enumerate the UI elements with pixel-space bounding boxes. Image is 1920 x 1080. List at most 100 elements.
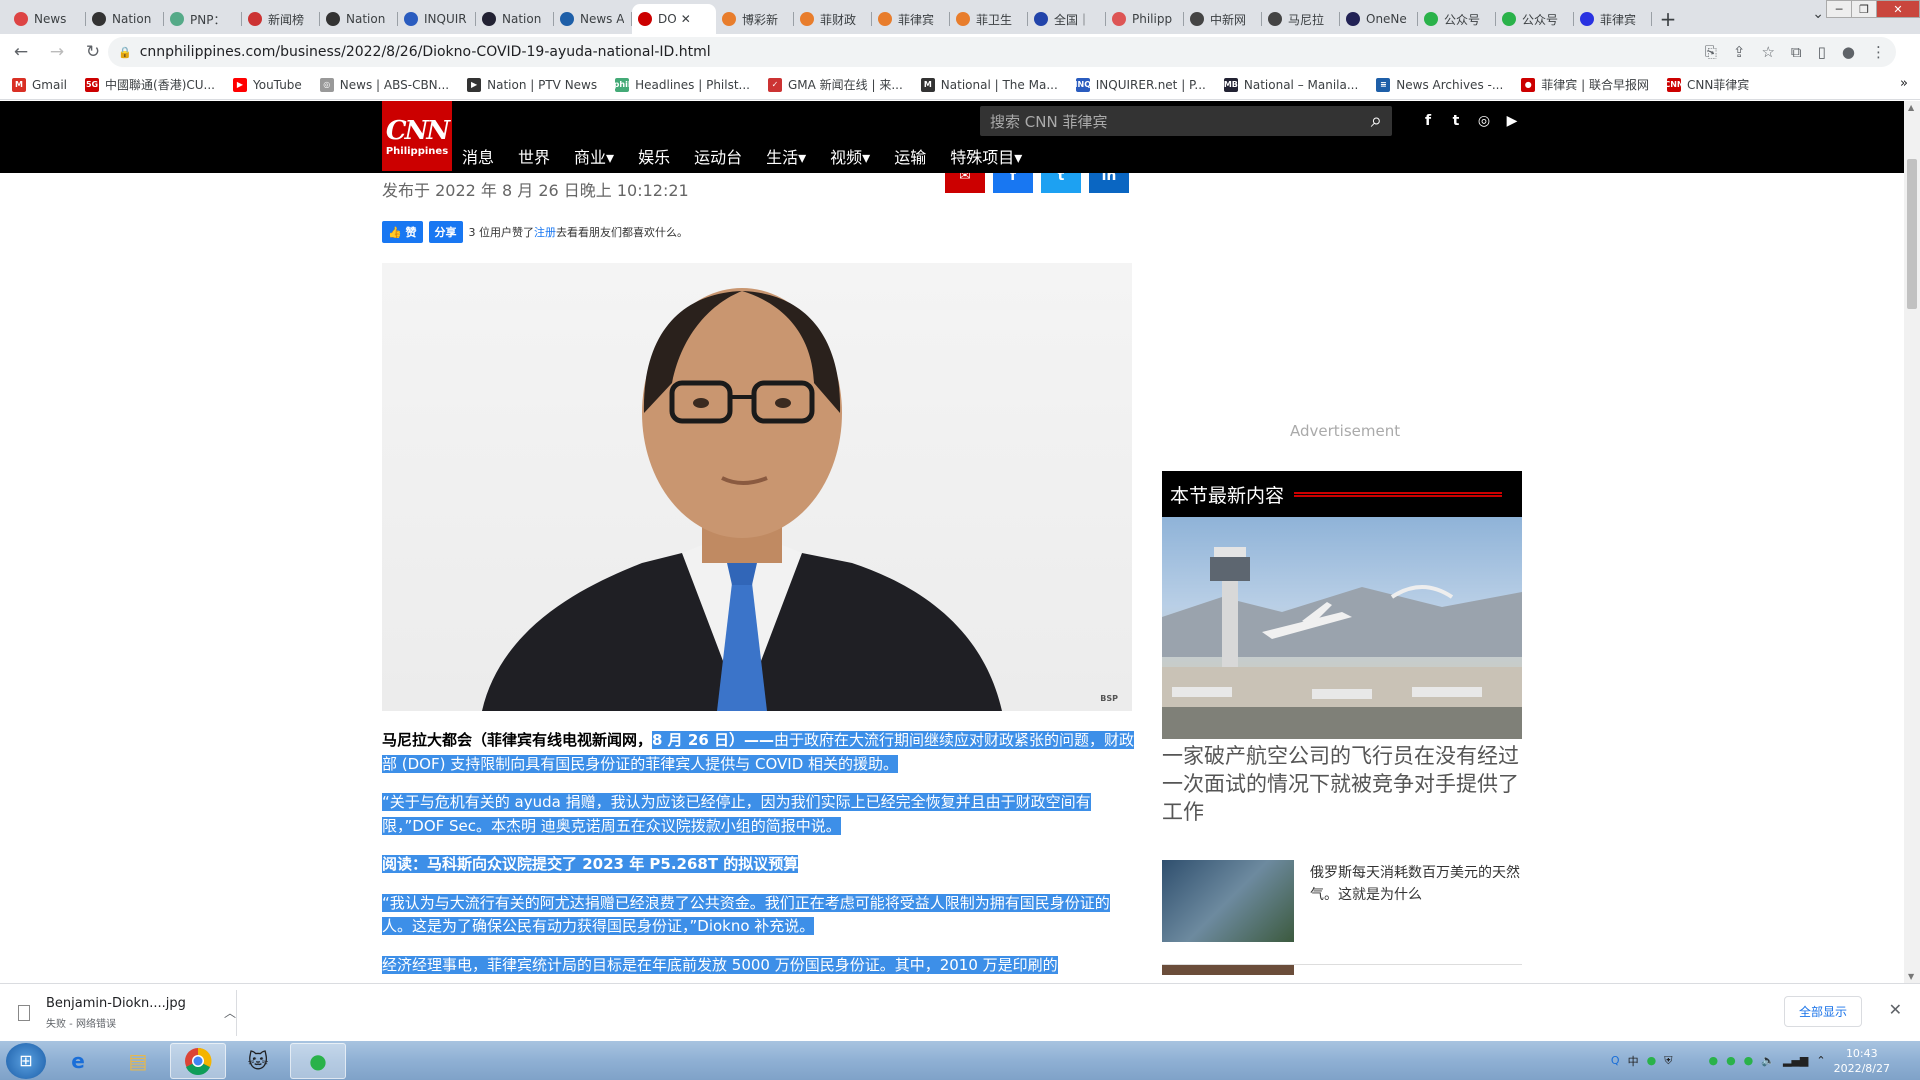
lead-story-image[interactable] <box>1162 517 1522 739</box>
read-also-link[interactable]: 阅读：马科斯向众议院提交了 2023 年 P5.268T 的拟议预算 <box>382 855 799 873</box>
chevron-up-icon[interactable]: ︿ <box>224 1004 236 1021</box>
bookmark-item[interactable]: ≡ News Archives -... <box>1376 77 1503 92</box>
bookmark-item[interactable]: ◎ News | ABS-CBN... <box>319 77 449 92</box>
browser-tab[interactable]: 公众号 <box>1496 4 1574 34</box>
nav-item[interactable]: 生活▾ <box>766 144 806 168</box>
start-button[interactable]: ⊞ <box>6 1042 46 1079</box>
app-cat-icon[interactable]: 🐱 <box>230 1043 286 1079</box>
bookmark-item[interactable]: ✓ GMA 新闻在线 | 来... <box>768 76 903 93</box>
side-panel-icon[interactable]: ▯ <box>1818 43 1826 61</box>
tray-expand-icon[interactable]: ⌃ <box>1816 1054 1825 1067</box>
scrollbar-thumb[interactable] <box>1907 159 1917 309</box>
bookmark-item[interactable]: 5G 中國聯通(香港)CU... <box>85 76 215 93</box>
browser-tab[interactable]: 菲卫生 <box>950 4 1028 34</box>
wechat-tray-icon-4[interactable]: ● <box>1744 1054 1754 1067</box>
wechat-tray-icon[interactable]: ● <box>1647 1054 1657 1067</box>
bookmark-item[interactable]: CNN CNN菲律宾 <box>1664 76 1749 93</box>
browser-tab[interactable]: 博彩新 <box>716 4 794 34</box>
wechat-icon[interactable]: ● <box>290 1042 346 1079</box>
facebook-share-icon[interactable]: f <box>993 173 1033 193</box>
next-story-thumbnail[interactable] <box>1162 965 1294 975</box>
folder-icon[interactable]: ▤ <box>110 1043 166 1079</box>
browser-tab[interactable]: 公众号 <box>1418 4 1496 34</box>
reload-icon[interactable]: ↻ <box>78 37 108 67</box>
browser-tab[interactable]: DO ✕ <box>632 4 716 34</box>
nav-item[interactable]: 娱乐 <box>638 144 670 168</box>
shield-icon[interactable]: ⛨ <box>1664 1054 1672 1068</box>
youtube-icon[interactable]: ▶ <box>1498 113 1526 129</box>
network-icon[interactable]: ▂▄▆ <box>1783 1054 1808 1067</box>
fb-share-button[interactable]: 分享 <box>428 221 463 243</box>
bookmark-item[interactable]: ▶ YouTube <box>233 77 302 92</box>
nav-item[interactable]: 消息 <box>462 144 494 168</box>
download-item[interactable]: Benjamin-Diokn....jpg 失败 - 网络错误 ︿ <box>18 992 236 1034</box>
wechat-tray-icon-3[interactable]: ● <box>1726 1054 1736 1067</box>
scroll-up-arrow-icon[interactable]: ▲ <box>1908 103 1914 112</box>
browser-tab[interactable]: INQUIR <box>398 4 476 34</box>
instagram-icon[interactable]: ◎ <box>1470 113 1498 129</box>
browser-tab[interactable]: Nation <box>476 4 554 34</box>
story-title[interactable]: 俄罗斯每天消耗数百万美元的天然气。这就是为什么 <box>1310 862 1522 942</box>
browser-tab[interactable]: PNP： <box>164 4 242 34</box>
nav-item[interactable]: 运输 <box>894 144 926 168</box>
volume-icon[interactable]: 🔈 <box>1761 1054 1775 1067</box>
twitter-icon[interactable]: t <box>1442 113 1470 129</box>
browser-tab[interactable]: Nation <box>86 4 164 34</box>
bookmark-star-icon[interactable]: ☆ <box>1761 43 1774 61</box>
browser-tab[interactable]: 新闻榜 <box>242 4 320 34</box>
show-all-button[interactable]: 全部显示 <box>1783 996 1862 1027</box>
facebook-icon[interactable]: f <box>1414 113 1442 129</box>
system-clock[interactable]: 10:43 2022/8/27 <box>1834 1046 1890 1076</box>
search-icon[interactable]: ⌕ <box>1371 108 1382 132</box>
bookmark-item[interactable]: INQ INQUIRER.net | P... <box>1075 77 1206 92</box>
story-item[interactable]: 俄罗斯每天消耗数百万美元的天然气。这就是为什么 <box>1162 860 1522 965</box>
bookmark-item[interactable]: M Gmail <box>12 77 67 92</box>
bookmark-item[interactable]: MB National – Manila... <box>1224 77 1358 92</box>
linkedin-share-icon[interactable]: in <box>1089 173 1129 193</box>
lead-story-title[interactable]: 一家破产航空公司的飞行员在没有经过一次面试的情况下就被竞争对手提供了工作 <box>1162 742 1522 826</box>
story-thumbnail[interactable] <box>1162 860 1294 942</box>
language-indicator[interactable]: 中 <box>1628 1053 1639 1069</box>
browser-tab[interactable]: News A <box>554 4 632 34</box>
close-icon[interactable]: ✕ <box>1889 1000 1902 1019</box>
address-bar[interactable]: 🔒 cnnphilippines.com/business/2022/8/26/… <box>108 37 1896 67</box>
browser-tab[interactable]: OneNe <box>1340 4 1418 34</box>
extensions-icon[interactable]: ⧉ <box>1791 43 1802 61</box>
forward-arrow-icon[interactable]: → <box>42 37 72 67</box>
back-arrow-icon[interactable]: ← <box>6 37 36 67</box>
new-tab-button[interactable]: + <box>1652 4 1684 34</box>
page-scrollbar[interactable]: ▲ ▼ <box>1904 101 1920 983</box>
browser-tab[interactable]: 菲律宾 <box>872 4 950 34</box>
article-photo[interactable]: BSP <box>382 263 1132 711</box>
browser-tab[interactable]: News <box>8 4 86 34</box>
url-text[interactable]: cnnphilippines.com/business/2022/8/26/Di… <box>140 44 711 60</box>
nav-item[interactable]: 视频▾ <box>830 144 870 168</box>
tab-search-chevron-icon[interactable]: ⌄ <box>1812 6 1824 22</box>
bookmark-item[interactable]: phil Headlines | Philst... <box>614 77 750 92</box>
browser-tab[interactable]: 中新网 <box>1184 4 1262 34</box>
profile-avatar-icon[interactable]: ● <box>1842 43 1855 61</box>
minimize-button[interactable]: ─ <box>1826 0 1852 18</box>
cnn-philippines-logo[interactable]: CNN Philippines <box>382 101 452 171</box>
browser-tab[interactable]: 马尼拉 <box>1262 4 1340 34</box>
close-window-button[interactable]: ✕ <box>1876 0 1920 18</box>
menu-kebab-icon[interactable]: ⋮ <box>1871 43 1886 61</box>
input-method-icon[interactable]: Q <box>1611 1054 1620 1067</box>
twitter-share-icon[interactable]: t <box>1041 173 1081 193</box>
nav-item[interactable]: 运动台 <box>694 144 742 168</box>
bookmark-item[interactable]: ▶ Nation | PTV News <box>467 77 597 92</box>
bookmark-item[interactable]: ● 菲律宾 | 联合早报网 <box>1521 76 1649 93</box>
site-search-input[interactable]: 搜索 CNN 菲律宾 ⌕ <box>980 106 1392 136</box>
restore-button[interactable]: ❐ <box>1851 0 1877 18</box>
nav-item[interactable]: 特殊项目▾ <box>950 144 1022 168</box>
fb-register-link[interactable]: 注册 <box>534 224 556 240</box>
browser-tab[interactable]: 菲财政 <box>794 4 872 34</box>
browser-tab[interactable]: 全国｜ <box>1028 4 1106 34</box>
nav-item[interactable]: 世界 <box>518 144 550 168</box>
wechat-tray-icon-2[interactable]: ● <box>1708 1054 1718 1067</box>
browser-tab[interactable]: Nation <box>320 4 398 34</box>
close-tab-icon[interactable]: ✕ <box>681 12 691 26</box>
ie-icon[interactable]: e <box>50 1043 106 1079</box>
translate-icon[interactable]: ⎘ <box>1705 43 1717 61</box>
fb-like-button[interactable]: 👍 赞 <box>382 221 423 243</box>
